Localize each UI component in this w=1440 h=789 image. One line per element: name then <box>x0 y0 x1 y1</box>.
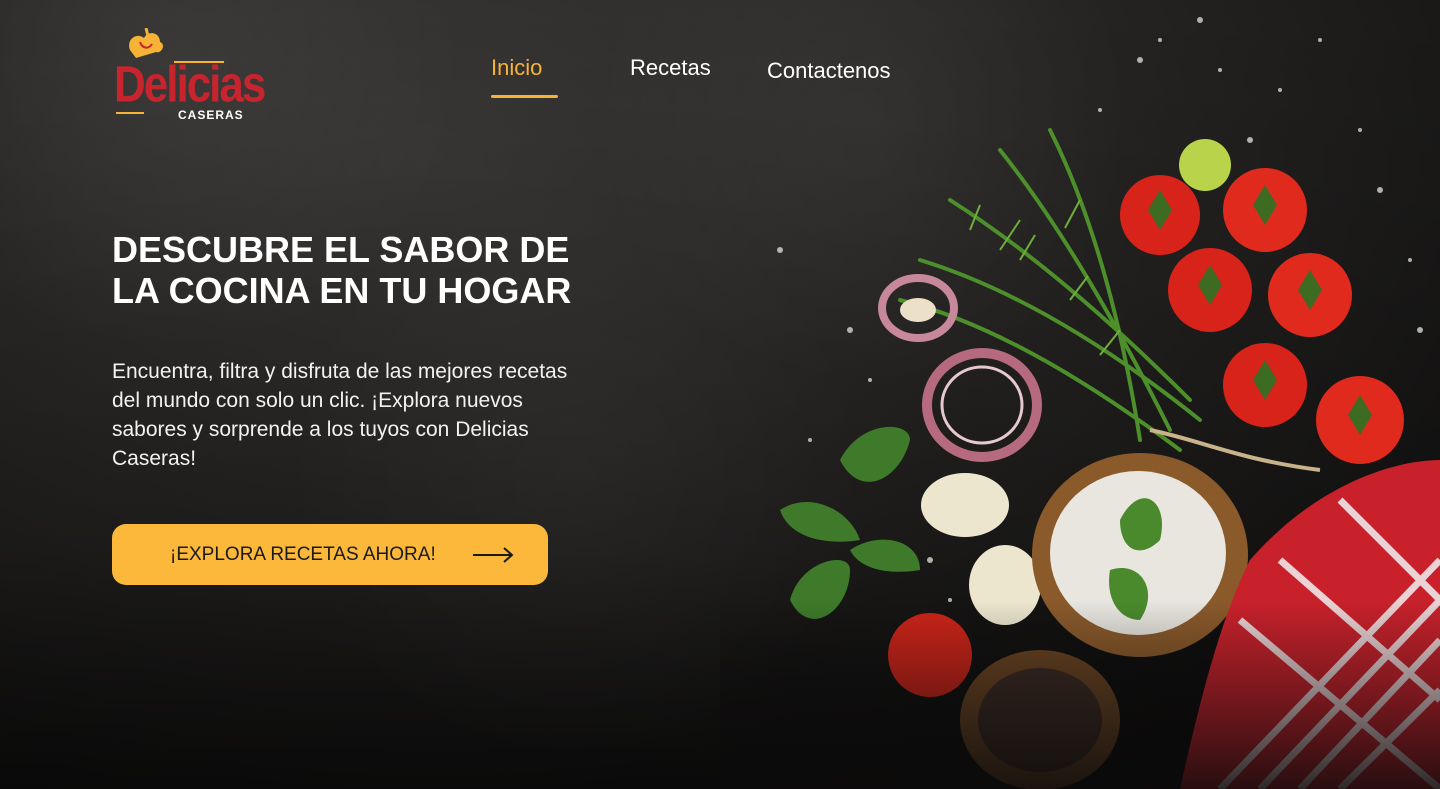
nav-active-indicator <box>491 95 558 98</box>
basil-leaves <box>780 426 920 619</box>
hero-title-line-1: DESCUBRE EL SABOR DE <box>112 229 570 270</box>
brand-logo[interactable]: Delicias CASERAS <box>114 28 266 128</box>
logo-accent-line <box>116 112 144 114</box>
cta-label: ¡EXPLORA RECETAS AHORA! <box>170 543 436 565</box>
explore-recipes-button[interactable]: ¡EXPLORA RECETAS AHORA! <box>112 524 548 585</box>
arrow-right-icon <box>473 547 514 563</box>
food-illustration <box>720 17 1440 789</box>
nav-item-recetas[interactable]: Recetas <box>630 55 711 81</box>
hero-description: Encuentra, filtra y disfruta de las mejo… <box>112 360 568 470</box>
hero-title: DESCUBRE EL SABOR DE LA COCINA EN TU HOG… <box>112 229 632 311</box>
hero-title-line-2: LA COCINA EN TU HOGAR <box>112 270 572 311</box>
brand-name: Delicias <box>114 56 266 113</box>
red-onion-rings <box>878 274 1042 462</box>
nav-item-inicio[interactable]: Inicio <box>491 55 542 81</box>
brand-subtitle: CASERAS <box>178 108 244 122</box>
